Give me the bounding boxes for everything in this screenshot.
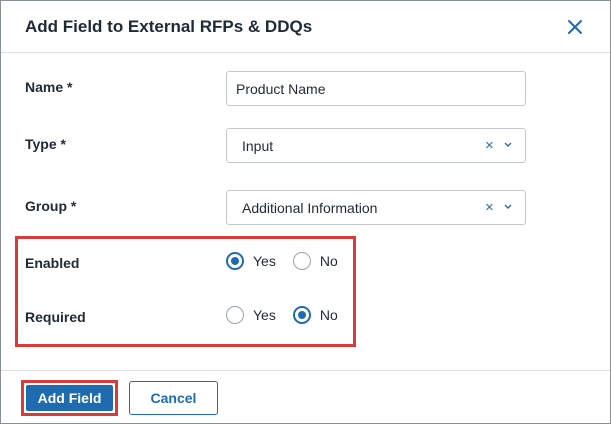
enabled-radio-group: Yes No — [226, 252, 338, 270]
group-select-value: Additional Information — [242, 200, 378, 216]
dialog-footer: Add Field Cancel — [1, 370, 610, 424]
radio-checked-icon[interactable] — [292, 306, 311, 324]
name-input[interactable] — [226, 71, 526, 106]
enabled-yes-radio[interactable]: Yes — [226, 252, 276, 270]
clear-icon[interactable]: × — [485, 200, 497, 216]
enabled-no-radio[interactable]: No — [292, 252, 338, 270]
group-label: Group * — [25, 198, 77, 214]
required-yes-radio[interactable]: Yes — [226, 306, 276, 324]
type-select-value: Input — [242, 138, 274, 154]
dialog-title: Add Field to External RFPs & DDQs — [25, 17, 313, 36]
enabled-label: Enabled — [25, 255, 80, 271]
chevron-down-icon[interactable] — [503, 140, 513, 150]
enabled-yes-label: Yes — [253, 253, 276, 269]
required-radio-group: Yes No — [226, 306, 338, 324]
radio-unchecked-icon[interactable] — [292, 252, 311, 270]
enabled-no-label: No — [319, 253, 338, 269]
add-field-dialog: Add Field to External RFPs & DDQs Name *… — [0, 0, 611, 424]
chevron-down-icon[interactable] — [503, 202, 513, 212]
add-field-button[interactable]: Add Field — [26, 385, 113, 411]
required-yes-label: Yes — [253, 307, 276, 323]
name-label: Name * — [25, 79, 73, 95]
cancel-button[interactable]: Cancel — [129, 381, 218, 415]
type-select[interactable]: Input × — [226, 128, 526, 163]
required-no-label: No — [319, 307, 338, 323]
highlight-box: Add Field — [21, 380, 118, 416]
required-label: Required — [25, 309, 86, 325]
clear-icon[interactable]: × — [485, 138, 497, 154]
type-label: Type * — [25, 136, 66, 152]
group-select[interactable]: Additional Information × — [226, 190, 526, 225]
dialog-header: Add Field to External RFPs & DDQs — [1, 1, 610, 53]
radio-checked-icon[interactable] — [226, 252, 244, 270]
close-icon[interactable] — [564, 16, 586, 38]
radio-unchecked-icon[interactable] — [226, 306, 244, 324]
required-no-radio[interactable]: No — [292, 306, 338, 324]
